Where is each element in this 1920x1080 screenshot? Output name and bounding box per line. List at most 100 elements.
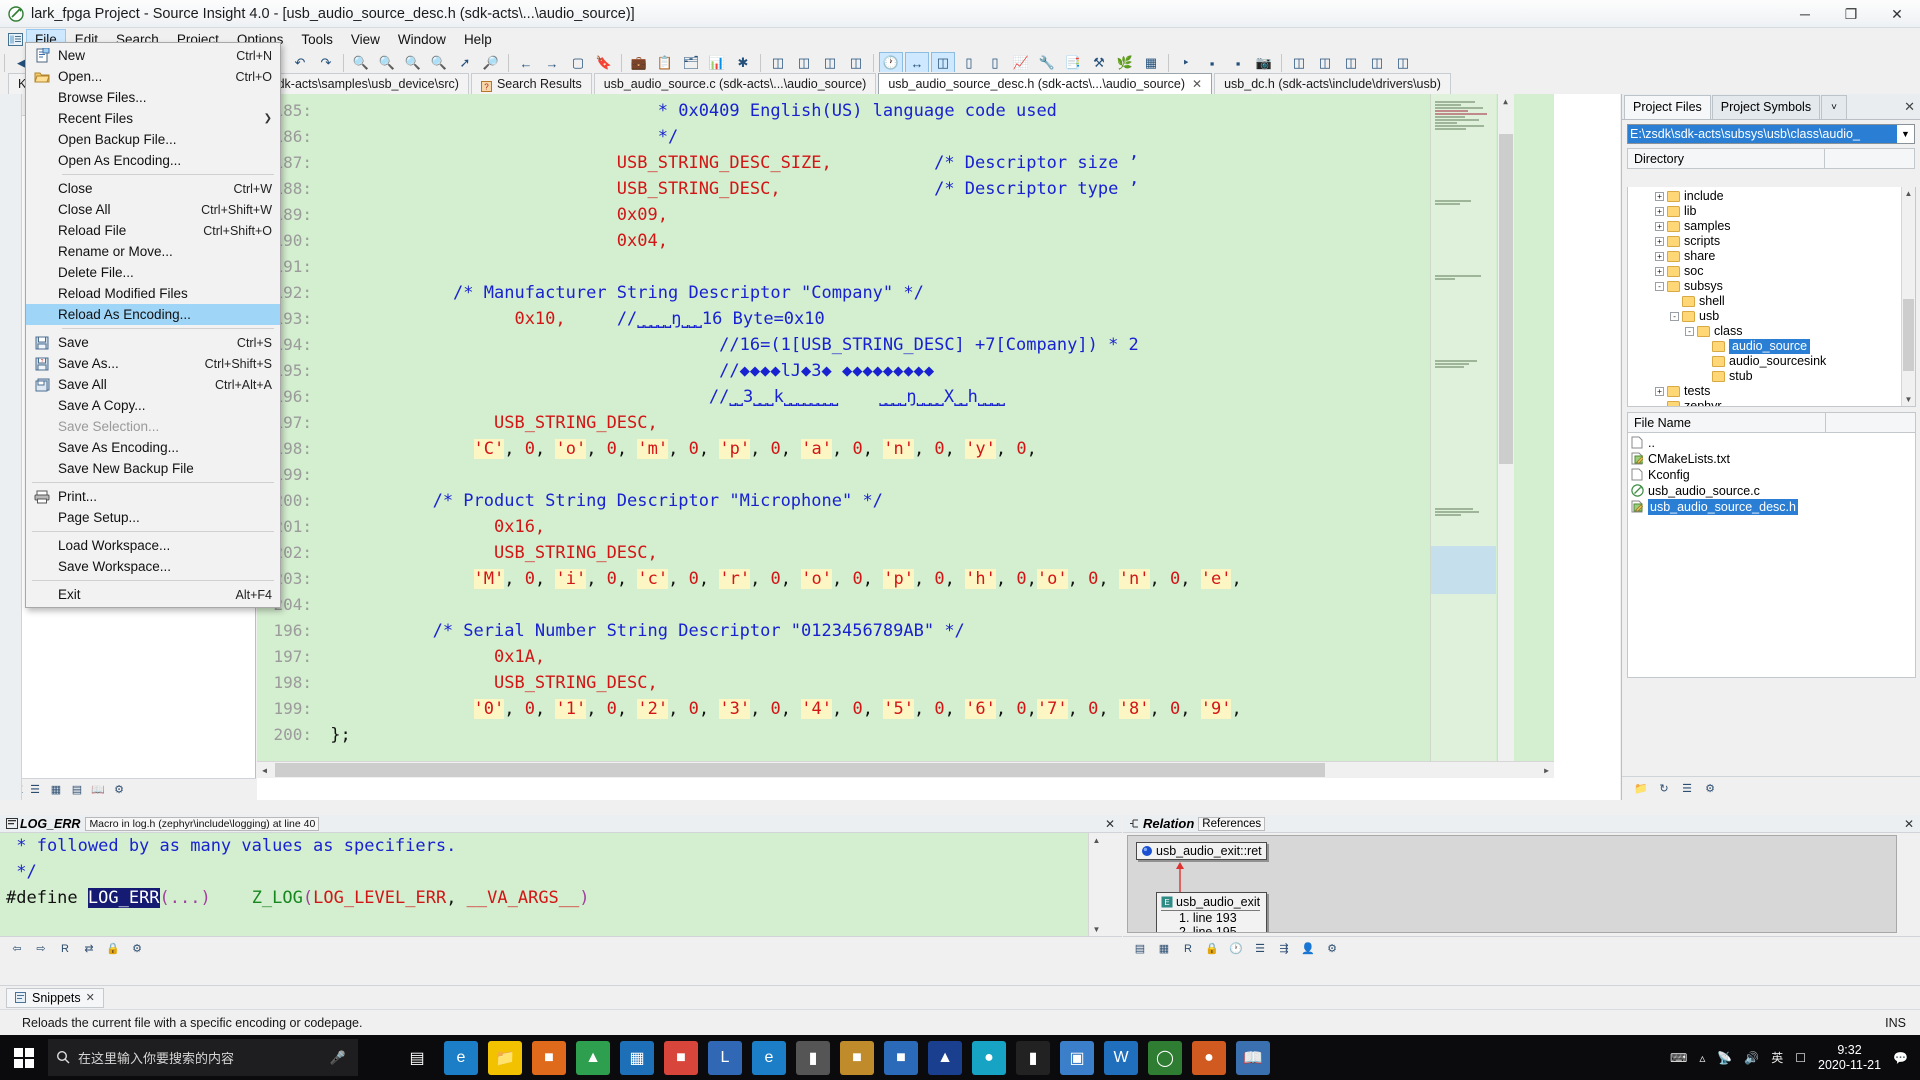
project-path-combo[interactable]: E:\zsdk\sdk-acts\subsys\usb\class\audio_…: [1627, 124, 1915, 144]
file-menu-item-open-backup-file[interactable]: Open Backup File...: [26, 129, 280, 150]
expand-icon[interactable]: +: [1655, 387, 1664, 396]
file-menu-item-reload-file[interactable]: Reload File Ctrl+Shift+O: [26, 220, 280, 241]
scroll-right-arrow[interactable]: ▶: [1539, 763, 1554, 778]
app-orange-icon[interactable]: ■: [532, 1040, 566, 1075]
bullet-three-icon[interactable]: ▪: [1226, 52, 1250, 74]
link-icon[interactable]: ⇄: [80, 940, 98, 957]
relation-child-item[interactable]: 2. line 195: [1161, 925, 1237, 932]
app-blue-icon[interactable]: ■: [884, 1040, 918, 1075]
file-menu-item-save-workspace[interactable]: Save Workspace...: [26, 556, 280, 577]
panel-left-icon[interactable]: ◫: [766, 52, 790, 74]
clock-icon[interactable]: 🕐: [1227, 940, 1245, 957]
app-green-icon[interactable]: ▲: [576, 1040, 610, 1075]
gear-icon[interactable]: ⚙: [1701, 780, 1719, 797]
tree-item-audio-sourcesink[interactable]: audio_sourcesink: [1628, 354, 1915, 369]
file-list-item[interactable]: Kconfig: [1628, 467, 1915, 483]
panel-right-icon[interactable]: ◫: [818, 52, 842, 74]
file-menu-item-save-a-copy[interactable]: Save A Copy...: [26, 395, 280, 416]
document-menu-icon[interactable]: [4, 29, 26, 49]
notifications-icon[interactable]: 💬: [1893, 1051, 1908, 1065]
ime-indicator[interactable]: 英: [1771, 1049, 1783, 1066]
code-editor[interactable]: 185: * 0x0409 English(US) language code …: [257, 94, 1620, 800]
tab-project-symbols[interactable]: Project Symbols: [1711, 95, 1821, 119]
tree-item-stub[interactable]: stub: [1628, 369, 1915, 384]
build-icon[interactable]: ⚒: [1087, 52, 1111, 74]
file-menu-item-browse-files[interactable]: Browse Files...: [26, 87, 280, 108]
file-menu-item-new[interactable]: New Ctrl+N: [26, 45, 280, 66]
search-icon[interactable]: 🔍: [349, 52, 373, 74]
task-view-icon[interactable]: ▤: [400, 1041, 434, 1075]
file-menu-item-rename-or-move[interactable]: Rename or Move...: [26, 241, 280, 262]
search-files-icon[interactable]: 🔍: [427, 52, 451, 74]
expand-icon[interactable]: +: [1655, 237, 1664, 246]
person-icon[interactable]: 👤: [1299, 940, 1317, 957]
file-menu-item-open-as-encoding[interactable]: Open As Encoding...: [26, 150, 280, 171]
file-menu-item-exit[interactable]: Exit Alt+F4: [26, 584, 280, 605]
volume-icon[interactable]: 🔊: [1744, 1051, 1759, 1065]
expand-icon[interactable]: +: [1655, 252, 1664, 261]
editor-horizontal-scrollbar[interactable]: ◀ ▶: [257, 761, 1554, 778]
collapse-icon[interactable]: ▦: [1155, 940, 1173, 957]
app-navy-icon[interactable]: ▲: [928, 1040, 962, 1075]
snippet-icon[interactable]: 📑: [1061, 52, 1085, 74]
file-menu-item-reload-modified-files[interactable]: Reload Modified Files: [26, 283, 280, 304]
chevron-up-icon[interactable]: ▵: [1699, 1051, 1705, 1065]
app-cyan-icon[interactable]: ●: [972, 1040, 1006, 1075]
close-icon[interactable]: ✕: [1105, 817, 1115, 831]
comment-icon[interactable]: ▯: [957, 52, 981, 74]
file-list-item[interactable]: ..: [1628, 435, 1915, 451]
relation-child-item[interactable]: 1. line 193: [1161, 911, 1237, 925]
tree-item-samples[interactable]: + samples: [1628, 219, 1915, 234]
window-tile-3-icon[interactable]: ◫: [1339, 52, 1363, 74]
back-icon[interactable]: ⇦: [8, 940, 26, 957]
file-menu-item-save-as[interactable]: ? Save As... Ctrl+Shift+S: [26, 353, 280, 374]
bullet-one-icon[interactable]: ‣: [1174, 52, 1198, 74]
file-menu-item-save-as-encoding[interactable]: Save As Encoding...: [26, 437, 280, 458]
file-list[interactable]: .. CMakeLists.txt Kconfig usb_audio_source.…: [1627, 433, 1916, 678]
tree-item-scripts[interactable]: + scripts: [1628, 234, 1915, 249]
app-chat-icon[interactable]: ●: [1192, 1040, 1226, 1075]
group-view-icon[interactable]: ▤: [68, 781, 86, 798]
bookmark-icon[interactable]: ▢: [566, 52, 590, 74]
detail-view-icon[interactable]: ▦: [47, 781, 65, 798]
replace-icon[interactable]: ➚: [453, 52, 477, 74]
start-button[interactable]: [0, 1035, 48, 1080]
file-menu-item-open[interactable]: Open... Ctrl+O: [26, 66, 280, 87]
window-tile-2-icon[interactable]: ◫: [1313, 52, 1337, 74]
tree-item-share[interactable]: + share: [1628, 249, 1915, 264]
uncomment-icon[interactable]: ▯: [983, 52, 1007, 74]
relation-icon[interactable]: R: [56, 940, 74, 957]
file-menu-dropdown[interactable]: New Ctrl+N Open... Ctrl+O Browse Files... Rec…: [25, 42, 281, 608]
expand-icon[interactable]: +: [1655, 192, 1664, 201]
stats-icon[interactable]: 📈: [1009, 52, 1033, 74]
tab-snippets[interactable]: Snippets ✕: [6, 987, 104, 1008]
close-icon[interactable]: ✕: [1904, 99, 1915, 115]
maximize-button[interactable]: ❐: [1828, 0, 1874, 28]
tree-item-include[interactable]: + include: [1628, 189, 1915, 204]
search-up-icon[interactable]: 🔍: [375, 52, 399, 74]
redo-icon[interactable]: ↷: [314, 52, 338, 74]
close-button[interactable]: ✕: [1874, 0, 1920, 28]
symbol-window-icon[interactable]: 📋: [653, 52, 677, 74]
browser-icon[interactable]: e: [752, 1040, 786, 1075]
close-icon[interactable]: ✕: [86, 991, 95, 1004]
undo-icon[interactable]: ↶: [288, 52, 312, 74]
panel-full-icon[interactable]: ◫: [844, 52, 868, 74]
tree-item-audio-source[interactable]: audio_source: [1628, 339, 1915, 354]
expand-icon[interactable]: +: [1655, 207, 1664, 216]
close-icon[interactable]: ✕: [1192, 74, 1202, 94]
context-vertical-scrollbar[interactable]: ▲ ▼: [1088, 833, 1105, 937]
window-tile-4-icon[interactable]: ◫: [1365, 52, 1389, 74]
sync-icon[interactable]: ↻: [1655, 780, 1673, 797]
source-insight-taskbar-icon[interactable]: ◯: [1148, 1040, 1182, 1075]
file-menu-item-save[interactable]: Save Ctrl+S: [26, 332, 280, 353]
search-down-icon[interactable]: 🔍: [401, 52, 425, 74]
book-icon[interactable]: 📖: [89, 781, 107, 798]
network-icon[interactable]: 📡: [1717, 1051, 1732, 1065]
list-icon[interactable]: ☰: [1678, 780, 1696, 797]
file-menu-item-delete-file[interactable]: Delete File...: [26, 262, 280, 283]
file-list-item[interactable]: CMakeLists.txt: [1628, 451, 1915, 467]
file-menu-item-close[interactable]: Close Ctrl+W: [26, 178, 280, 199]
collapse-icon[interactable]: -: [1685, 327, 1694, 336]
tree-item-subsys[interactable]: - subsys: [1628, 279, 1915, 294]
